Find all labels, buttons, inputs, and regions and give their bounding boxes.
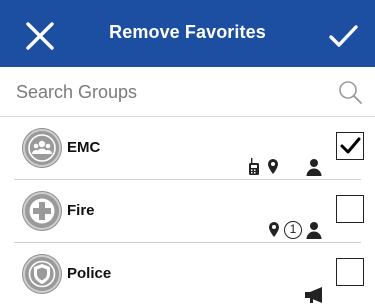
checkmark-icon (340, 137, 361, 154)
location-pin-icon (269, 222, 279, 237)
person-icon (306, 159, 322, 176)
list-item-emc[interactable]: EMC (0, 118, 375, 180)
group-avatar (23, 192, 61, 230)
police-shield-icon (28, 260, 56, 288)
group-name: Fire (67, 202, 95, 219)
person-icon (306, 222, 322, 239)
megaphone-icon (305, 287, 322, 303)
search-bar (0, 67, 375, 117)
row-divider (14, 242, 361, 243)
radio-icon (249, 158, 259, 175)
status-icons: 1 (268, 221, 328, 239)
group-avatar (23, 129, 61, 167)
search-input[interactable] (16, 78, 326, 106)
group-name: Police (67, 265, 112, 282)
checkmark-icon (329, 25, 358, 47)
row-divider (14, 179, 361, 180)
page-title: Remove Favorites (109, 22, 266, 42)
favorite-checkbox[interactable] (336, 195, 364, 223)
favorite-checkbox[interactable] (336, 258, 364, 286)
status-icons (304, 286, 328, 304)
list-item-fire[interactable]: Fire 1 (0, 181, 375, 243)
group-name: EMC (67, 139, 101, 156)
group-avatar (23, 255, 61, 293)
app-header: Remove Favorites (0, 0, 375, 67)
confirm-button[interactable] (323, 18, 363, 54)
list-item-police[interactable]: Police (0, 244, 375, 306)
favorite-checkbox[interactable] (336, 132, 364, 160)
location-pin-icon (268, 159, 278, 174)
search-button[interactable] (337, 79, 363, 105)
status-icons (248, 158, 328, 176)
count-badge-icon: 1 (284, 221, 302, 239)
group-people-icon (28, 134, 56, 162)
fire-cross-icon (29, 198, 55, 224)
search-icon (339, 81, 362, 104)
